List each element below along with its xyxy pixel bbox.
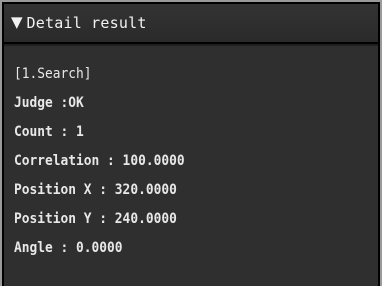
position-y-value: Position Y : 240.0000 <box>14 211 177 227</box>
collapse-triangle-icon[interactable]: ▼ <box>11 14 23 30</box>
detail-result-panel: ▼ Detail result [1.Search] Judge :OK Cou… <box>0 0 382 286</box>
detail-result-body: [1.Search] Judge :OK Count : 1 Correlati… <box>4 44 378 286</box>
position-x-value: Position X : 320.0000 <box>14 182 177 198</box>
count-value: Count : 1 <box>14 124 84 140</box>
panel-title: Detail result <box>26 14 147 32</box>
detail-result-header[interactable]: ▼ Detail result <box>4 4 378 42</box>
correlation-value: Correlation : 100.0000 <box>14 153 185 169</box>
angle-value: Angle : 0.0000 <box>14 240 123 256</box>
judge-value: Judge :OK <box>14 95 84 111</box>
section-label: [1.Search] <box>14 66 92 82</box>
